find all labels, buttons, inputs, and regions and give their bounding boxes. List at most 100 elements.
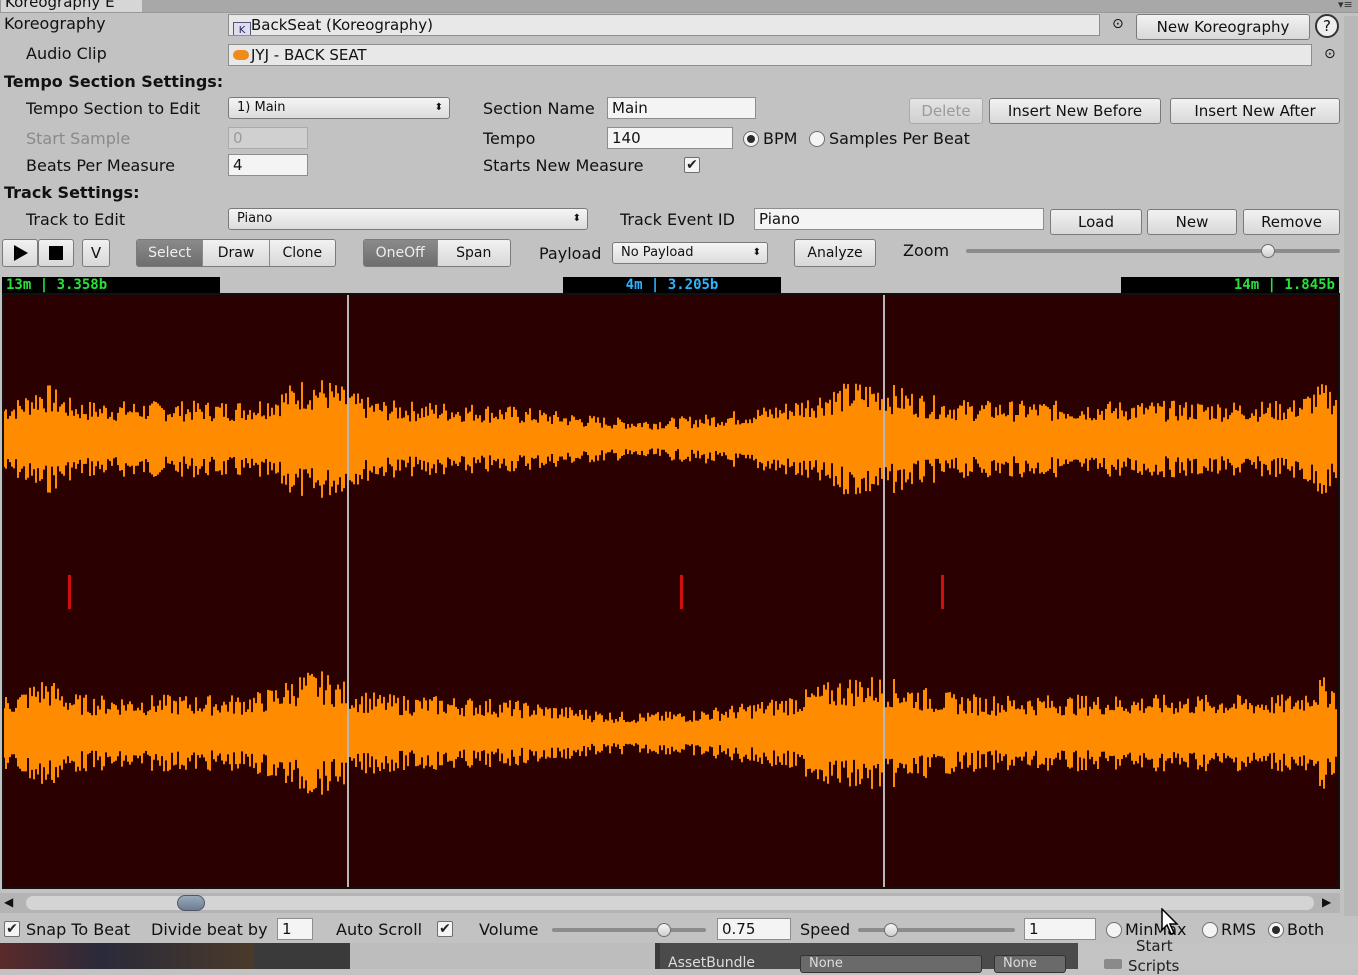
stop-icon (49, 246, 63, 260)
zoom-slider-thumb[interactable] (1261, 244, 1276, 258)
both-radio[interactable] (1268, 922, 1284, 938)
audio-clip-value: JYJ - BACK SEAT (251, 46, 367, 64)
auto-scroll-checkbox[interactable]: ✔ (437, 921, 453, 937)
dropdown-arrows-icon: ⬍ (434, 102, 443, 113)
mode-draw[interactable]: Draw (203, 240, 270, 266)
insert-new-before-button[interactable]: Insert New Before (989, 98, 1161, 124)
rms-radio[interactable] (1202, 922, 1218, 938)
scrollbar-edge (1344, 16, 1358, 916)
samples-per-beat-label: Samples Per Beat (829, 129, 970, 148)
track-event-id-label: Track Event ID (620, 210, 735, 229)
mode-clone[interactable]: Clone (269, 240, 335, 266)
help-icon[interactable]: ? (1315, 14, 1339, 38)
zoom-slider-track[interactable] (966, 249, 1340, 253)
beats-per-measure-input[interactable]: 4 (228, 154, 308, 176)
minmax-radio[interactable] (1106, 922, 1122, 938)
bpm-label: BPM (763, 129, 798, 148)
beats-per-measure-label: Beats Per Measure (26, 156, 175, 175)
assetbundle-variant-dropdown[interactable]: None (994, 955, 1066, 973)
dropdown-arrows-icon: ⬍ (752, 247, 761, 258)
background-project-panel: Start Scripts (1078, 937, 1358, 975)
koreography-field-value: BackSeat (Koreography) (251, 16, 434, 34)
background-inspector-panel: AssetBundle None None (660, 943, 1078, 973)
bpm-radio[interactable] (743, 131, 759, 147)
speed-slider-track[interactable] (858, 928, 1015, 932)
divide-beat-label: Divide beat by (151, 920, 268, 939)
track-settings-heading: Track Settings: (4, 183, 140, 202)
window-tab[interactable]: Koreography E (0, 0, 144, 13)
insert-new-after-button[interactable]: Insert New After (1170, 98, 1340, 124)
new-track-button[interactable]: New (1147, 209, 1237, 235)
waveform-scrollbar[interactable]: ◀ ▶ (0, 893, 1340, 913)
volume-slider-thumb[interactable] (657, 923, 671, 937)
waveform-canvas[interactable] (4, 295, 1338, 887)
speed-input[interactable]: 1 (1024, 918, 1096, 940)
koreography-label: Koreography (4, 14, 106, 33)
dropdown-arrows-icon: ⬍ (572, 213, 581, 224)
tempo-section-dropdown-value: 1) Main (237, 100, 286, 115)
scroll-track[interactable] (26, 896, 1314, 910)
waveform-channel (4, 380, 1337, 498)
audio-clip-field[interactable]: JYJ - BACK SEAT (228, 44, 1312, 66)
stop-button[interactable] (38, 239, 74, 267)
left-time-display: 13m | 3.358b (2, 277, 220, 293)
volume-input[interactable]: 0.75 (717, 918, 791, 940)
koreography-picker-icon[interactable]: ⊙ (1112, 16, 1124, 32)
section-name-label: Section Name (483, 99, 595, 118)
koreography-event-marker[interactable] (941, 575, 944, 609)
koreography-event-marker[interactable] (68, 575, 71, 609)
payload-dropdown[interactable]: No Payload ⬍ (612, 242, 768, 264)
waveform-panel[interactable] (2, 293, 1340, 889)
event-type-selector[interactable]: OneOff Span (363, 239, 511, 267)
tempo-section-heading: Tempo Section Settings: (4, 72, 224, 91)
audio-clip-icon (233, 50, 249, 60)
tempo-section-dropdown[interactable]: 1) Main ⬍ (228, 97, 450, 119)
analyze-button[interactable]: Analyze (794, 239, 876, 267)
top-strip (142, 0, 1358, 13)
volume-slider-track[interactable] (552, 928, 706, 932)
mode-select[interactable]: Select (137, 240, 204, 266)
scroll-thumb[interactable] (177, 895, 206, 911)
audio-clip-label: Audio Clip (26, 44, 107, 63)
v-button[interactable]: V (82, 239, 110, 267)
track-to-edit-dropdown-value: Piano (237, 211, 273, 226)
koreography-field[interactable]: K BackSeat (Koreography) (228, 14, 1100, 36)
delete-section-button[interactable]: Delete (909, 98, 983, 124)
right-time-display: 14m | 1.845b (1121, 277, 1339, 293)
track-to-edit-dropdown[interactable]: Piano ⬍ (228, 208, 588, 230)
tempo-input[interactable]: 140 (607, 127, 733, 149)
edit-mode-selector[interactable]: Select Draw Clone (136, 239, 336, 267)
play-button[interactable] (2, 239, 38, 267)
koreography-event-marker[interactable] (680, 575, 683, 609)
audio-clip-picker-icon[interactable]: ⊙ (1324, 46, 1336, 62)
tempo-label: Tempo (483, 129, 536, 148)
event-type-span[interactable]: Span (437, 240, 510, 266)
section-name-input[interactable]: Main (607, 97, 756, 119)
divide-beat-input[interactable]: 1 (277, 918, 313, 940)
waveform-channel (4, 671, 1337, 795)
speed-label: Speed (800, 920, 851, 939)
tempo-section-to-edit-label: Tempo Section to Edit (26, 99, 201, 118)
play-icon (14, 245, 28, 261)
snap-to-beat-checkbox[interactable]: ✔ (4, 921, 20, 937)
scroll-right-arrow[interactable]: ▶ (1322, 895, 1331, 909)
start-label: Start (1136, 937, 1173, 955)
new-koreography-button[interactable]: New Koreography (1136, 14, 1310, 40)
start-sample-label: Start Sample (26, 129, 131, 148)
remove-track-button[interactable]: Remove (1243, 209, 1340, 235)
load-track-button[interactable]: Load (1050, 209, 1142, 235)
track-event-id-input[interactable]: Piano (754, 208, 1044, 230)
starts-new-measure-checkbox[interactable]: ✔ (684, 157, 700, 173)
speed-slider-thumb[interactable] (884, 923, 898, 937)
rms-label: RMS (1221, 920, 1257, 939)
event-type-oneoff[interactable]: OneOff (364, 240, 438, 266)
assetbundle-dropdown[interactable]: None (800, 955, 982, 973)
window-menu-icon[interactable]: ▾≡ (1338, 0, 1353, 11)
payload-dropdown-value: No Payload (621, 245, 694, 260)
both-label: Both (1287, 920, 1325, 939)
samples-per-beat-radio[interactable] (809, 131, 825, 147)
volume-label: Volume (479, 920, 539, 939)
track-to-edit-label: Track to Edit (26, 210, 126, 229)
scripts-label: Scripts (1128, 957, 1180, 975)
scroll-left-arrow[interactable]: ◀ (4, 895, 13, 909)
